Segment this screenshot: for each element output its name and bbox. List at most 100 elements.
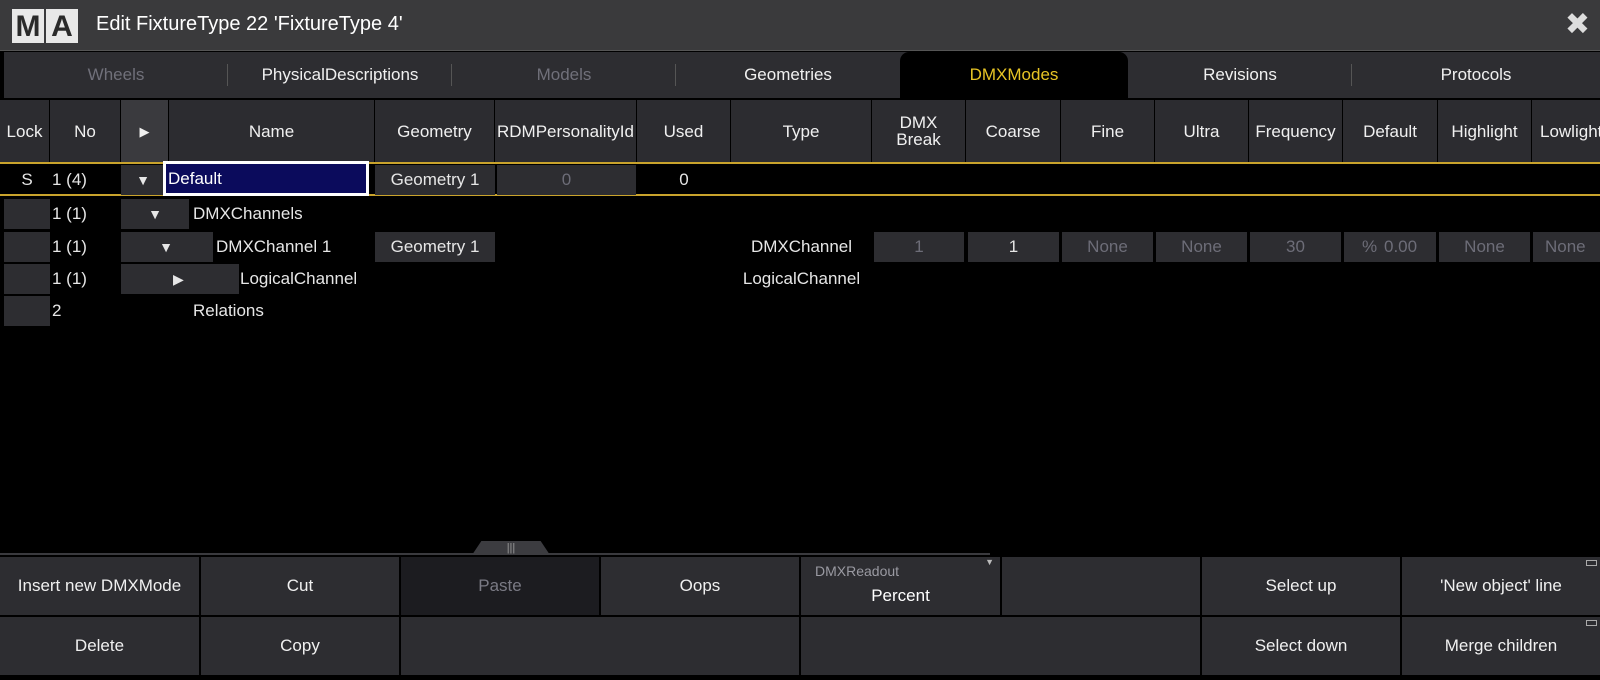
row-default[interactable]: % 0.00 — [1344, 232, 1436, 262]
col-header-name[interactable]: Name — [169, 100, 375, 162]
default-value: 0.00 — [1384, 237, 1418, 256]
col-header-default[interactable]: Default — [1343, 100, 1438, 162]
row-fine[interactable]: None — [1062, 232, 1153, 262]
select-down-button[interactable]: Select down — [1202, 617, 1400, 675]
row-coarse[interactable]: 1 — [968, 232, 1059, 262]
table-row[interactable]: 1 (1) ▼ DMXChannels — [0, 199, 1600, 229]
dmx-readout-label: DMXReadout — [815, 563, 900, 579]
dropdown-arrow-icon: ▼ — [985, 557, 994, 567]
col-header-dmx-break-line2: Break — [896, 130, 941, 149]
merge-children-button[interactable]: Merge children — [1402, 617, 1600, 675]
new-object-line-button[interactable]: 'New object' line — [1402, 557, 1600, 615]
collapse-toggle-icon[interactable]: ▼ — [121, 199, 189, 229]
row-name: DMXChannel 1 — [216, 237, 332, 256]
new-object-line-label: 'New object' line — [1440, 576, 1562, 595]
cut-button[interactable]: Cut — [201, 557, 399, 615]
window-title: Edit FixtureType 22 'FixtureType 4' — [96, 13, 403, 35]
empty-button[interactable] — [801, 617, 1200, 675]
row-frequency[interactable]: 30 — [1250, 232, 1341, 262]
row-no: 1 (1) — [52, 237, 87, 256]
row-highlight[interactable]: None — [1439, 232, 1530, 262]
tab-label: Revisions — [1203, 65, 1277, 84]
close-icon[interactable]: ✖ — [1565, 9, 1590, 41]
row-type: DMXChannel — [750, 237, 853, 256]
row-no: 1 (1) — [52, 269, 87, 288]
col-header-no[interactable]: No — [50, 100, 121, 162]
resize-handle[interactable]: ||| — [472, 541, 550, 555]
oops-button[interactable]: Oops — [601, 557, 799, 615]
paste-button[interactable]: Paste — [401, 557, 599, 615]
col-header-lowlight[interactable]: Lowlight — [1532, 100, 1600, 162]
table-row[interactable]: 2 Relations — [0, 296, 1600, 326]
row-rdm-personality-id[interactable]: 0 — [497, 165, 636, 195]
name-edit-field[interactable]: Default — [163, 161, 369, 196]
col-header-lock[interactable]: Lock — [0, 100, 50, 162]
row-name: DMXChannels — [193, 204, 303, 223]
empty-button[interactable] — [1002, 557, 1200, 615]
col-header-ultra[interactable]: Ultra — [1155, 100, 1249, 162]
row-used: 0 — [679, 170, 689, 189]
title-bar: M A Edit FixtureType 22 'FixtureType 4' … — [0, 0, 1600, 51]
row-dmx-break[interactable]: 1 — [874, 232, 964, 262]
row-no: 2 — [52, 301, 62, 320]
row-type: LogicalChannel — [742, 269, 861, 288]
col-header-dmx-break[interactable]: DMX Break — [872, 100, 966, 162]
row-ultra[interactable]: None — [1156, 232, 1247, 262]
dmx-readout-select[interactable]: DMXReadout Percent ▼ — [801, 557, 1000, 615]
dmx-readout-value: Percent — [871, 586, 930, 605]
delete-button[interactable]: Delete — [0, 617, 199, 675]
table-row[interactable]: 1 (1) ▶ LogicalChannel LogicalChannel — [0, 264, 1600, 294]
toggle-indicator-icon — [1586, 620, 1597, 626]
insert-new-dmx-mode-button[interactable]: Insert new DMXMode — [0, 557, 199, 615]
col-header-highlight[interactable]: Highlight — [1438, 100, 1532, 162]
select-up-button[interactable]: Select up — [1202, 557, 1400, 615]
tab-models[interactable]: Models — [452, 52, 676, 98]
expand-all-icon[interactable]: ▶ — [121, 100, 169, 162]
expand-toggle-icon[interactable]: ▶ — [121, 264, 239, 294]
row-geometry[interactable]: Geometry 1 — [375, 165, 495, 195]
tab-revisions[interactable]: Revisions — [1128, 52, 1352, 98]
toggle-indicator-icon — [1586, 560, 1597, 566]
table-row[interactable]: 1 (1) ▼ DMXChannel 1 Geometry 1 DMXChann… — [0, 232, 1600, 262]
row-lock[interactable]: S — [4, 165, 50, 195]
tab-label: Models — [536, 65, 592, 84]
row-name: LogicalChannel — [240, 269, 358, 288]
col-header-frequency[interactable]: Frequency — [1249, 100, 1343, 162]
row-lock[interactable] — [4, 199, 50, 229]
tab-label: Wheels — [87, 65, 145, 84]
tab-label: Protocols — [1440, 65, 1512, 84]
tab-bar: Wheels PhysicalDescriptions Models Geome… — [4, 52, 1600, 98]
tab-geometries[interactable]: Geometries — [676, 52, 900, 98]
merge-children-label: Merge children — [1444, 636, 1558, 655]
row-lock[interactable] — [4, 232, 50, 262]
default-unit: % — [1362, 237, 1378, 256]
col-header-fine[interactable]: Fine — [1061, 100, 1155, 162]
row-no: 1 (4) — [52, 170, 87, 189]
logo-letter-m: M — [12, 9, 44, 43]
col-header-coarse[interactable]: Coarse — [966, 100, 1061, 162]
copy-button[interactable]: Copy — [201, 617, 399, 675]
row-lock[interactable] — [4, 296, 50, 326]
tab-label: Geometries — [744, 65, 832, 84]
tab-label: PhysicalDescriptions — [261, 65, 419, 84]
row-geometry[interactable]: Geometry 1 — [375, 232, 495, 262]
ma-logo: M A — [12, 9, 78, 43]
tab-wheels[interactable]: Wheels — [4, 52, 228, 98]
row-lowlight[interactable]: None — [1533, 232, 1600, 262]
tab-label: DMXModes — [969, 65, 1059, 84]
collapse-toggle-icon[interactable]: ▼ — [121, 165, 165, 195]
col-header-used[interactable]: Used — [637, 100, 731, 162]
empty-button[interactable] — [401, 617, 799, 675]
row-lock[interactable] — [4, 264, 50, 294]
column-header-row: Lock No ▶ Name Geometry RDMPersonalityId… — [0, 100, 1600, 162]
col-header-dmx-break-line1: DMX — [899, 113, 938, 132]
col-header-type[interactable]: Type — [731, 100, 872, 162]
tab-protocols[interactable]: Protocols — [1352, 52, 1600, 98]
tab-physical-descriptions[interactable]: PhysicalDescriptions — [228, 52, 452, 98]
col-header-geometry[interactable]: Geometry — [375, 100, 495, 162]
logo-letter-a: A — [46, 9, 78, 43]
tab-dmx-modes[interactable]: DMXModes — [900, 52, 1128, 98]
row-no: 1 (1) — [52, 204, 87, 223]
collapse-toggle-icon[interactable]: ▼ — [121, 232, 213, 262]
col-header-rdm-personality-id[interactable]: RDMPersonalityId — [495, 100, 637, 162]
